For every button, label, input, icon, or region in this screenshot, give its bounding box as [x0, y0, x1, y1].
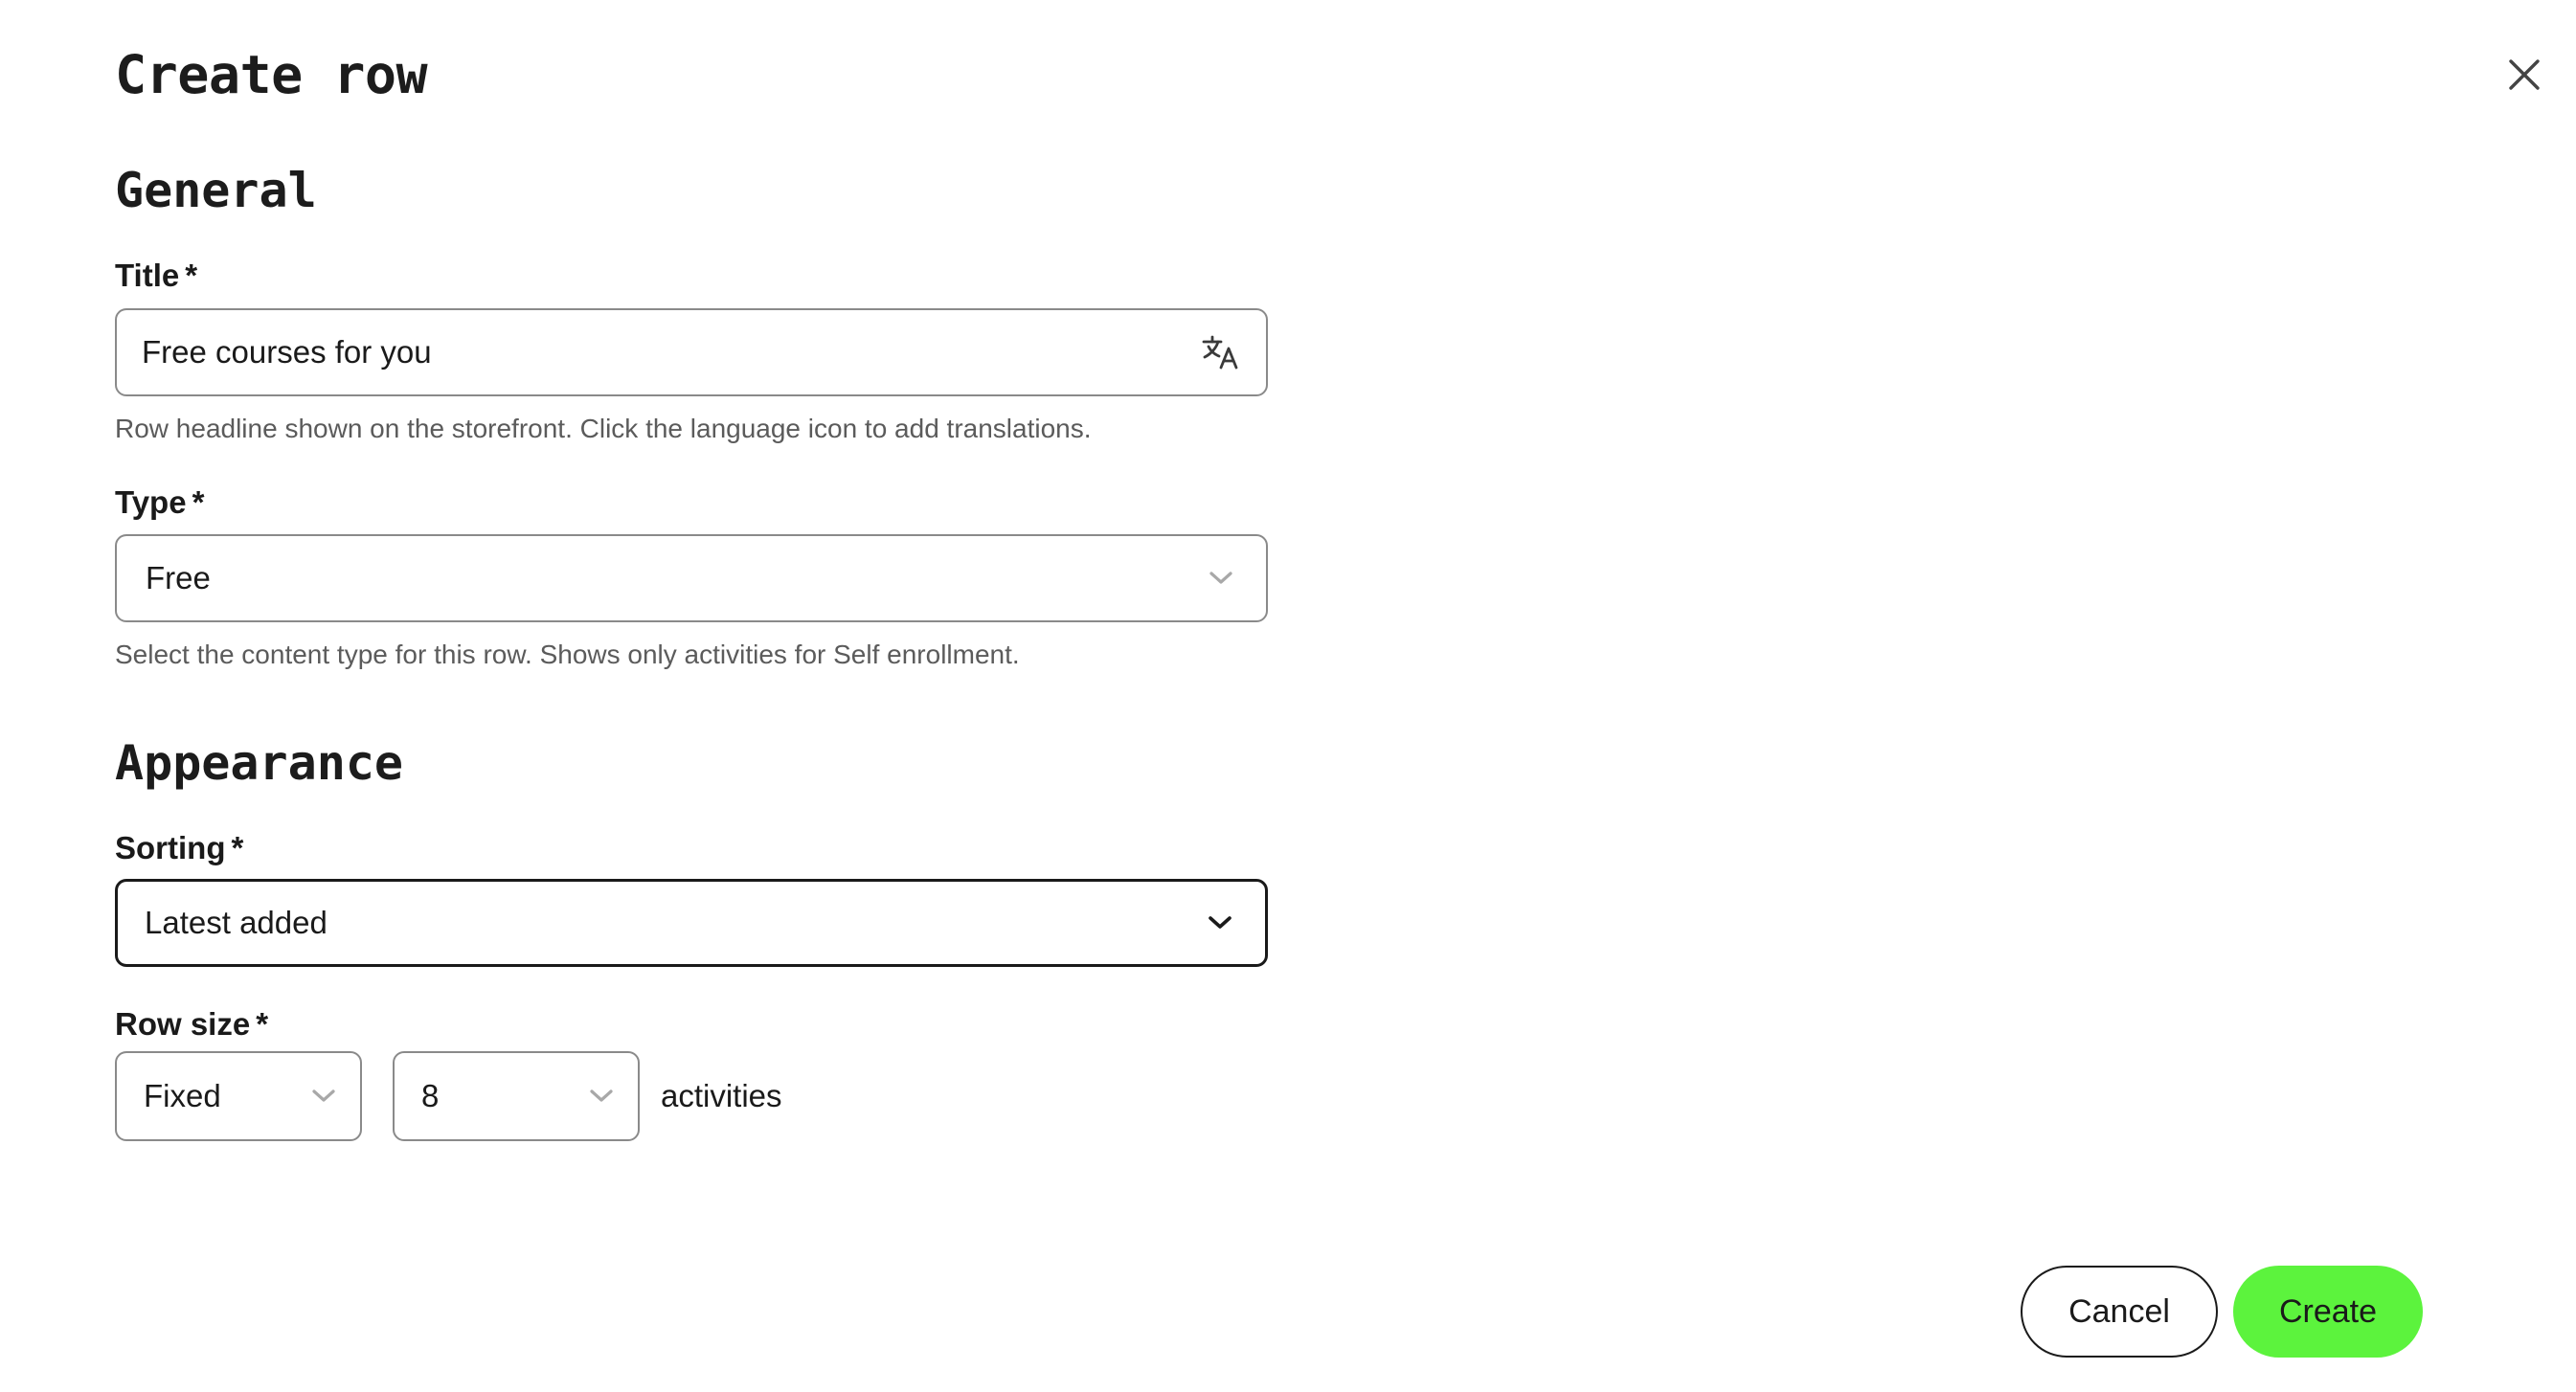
- chevron-down-icon: [590, 1089, 613, 1102]
- section-heading-general: General: [115, 163, 317, 218]
- type-label-text: Type: [115, 484, 187, 520]
- type-select-value: Free: [146, 560, 211, 595]
- close-button[interactable]: [2499, 50, 2549, 100]
- sorting-select-value: Latest added: [145, 905, 328, 940]
- row-size-count-select[interactable]: 8: [393, 1051, 640, 1141]
- row-size-mode-chevron: [295, 1089, 352, 1104]
- sorting-label: Sorting *: [115, 827, 243, 869]
- type-select-chevron: [1187, 536, 1254, 620]
- required-mark: *: [192, 484, 205, 520]
- row-size-mode-value: Fixed: [144, 1078, 221, 1113]
- required-mark: *: [231, 830, 244, 865]
- sorting-select[interactable]: Latest added: [115, 879, 1268, 967]
- section-heading-appearance: Appearance: [115, 735, 404, 791]
- translate-button[interactable]: [1187, 310, 1254, 394]
- title-label: Title *: [115, 255, 197, 297]
- sorting-label-text: Sorting: [115, 830, 226, 865]
- row-size-label: Row size *: [115, 1003, 268, 1045]
- row-size-count-value: 8: [421, 1078, 440, 1113]
- chevron-down-icon: [1209, 916, 1232, 929]
- dialog-title: Create row: [115, 44, 428, 105]
- title-label-text: Title: [115, 258, 180, 293]
- required-mark: *: [185, 258, 198, 293]
- type-label: Type *: [115, 482, 204, 524]
- create-row-dialog: Create row General Title * Free courses f…: [0, 0, 2576, 1392]
- type-select[interactable]: Free: [115, 534, 1268, 622]
- row-size-label-text: Row size: [115, 1006, 251, 1042]
- close-icon: [2509, 59, 2540, 90]
- row-size-mode-select[interactable]: Fixed: [115, 1051, 362, 1141]
- title-input[interactable]: Free courses for you: [115, 308, 1268, 396]
- chevron-down-icon: [312, 1089, 335, 1102]
- chevron-down-icon: [1209, 572, 1232, 584]
- type-help-text: Select the content type for this row. Sh…: [115, 640, 1020, 669]
- row-size-suffix: activities: [661, 1078, 782, 1113]
- title-input-value[interactable]: Free courses for you: [117, 334, 1187, 370]
- title-help-text: Row headline shown on the storefront. Cl…: [115, 414, 1092, 443]
- cancel-button[interactable]: Cancel: [2021, 1266, 2218, 1358]
- row-size-count-chevron: [573, 1089, 630, 1104]
- create-button[interactable]: Create: [2233, 1266, 2423, 1358]
- required-mark: *: [256, 1006, 269, 1042]
- sorting-select-chevron: [1186, 882, 1254, 964]
- translate-icon: [1202, 335, 1238, 370]
